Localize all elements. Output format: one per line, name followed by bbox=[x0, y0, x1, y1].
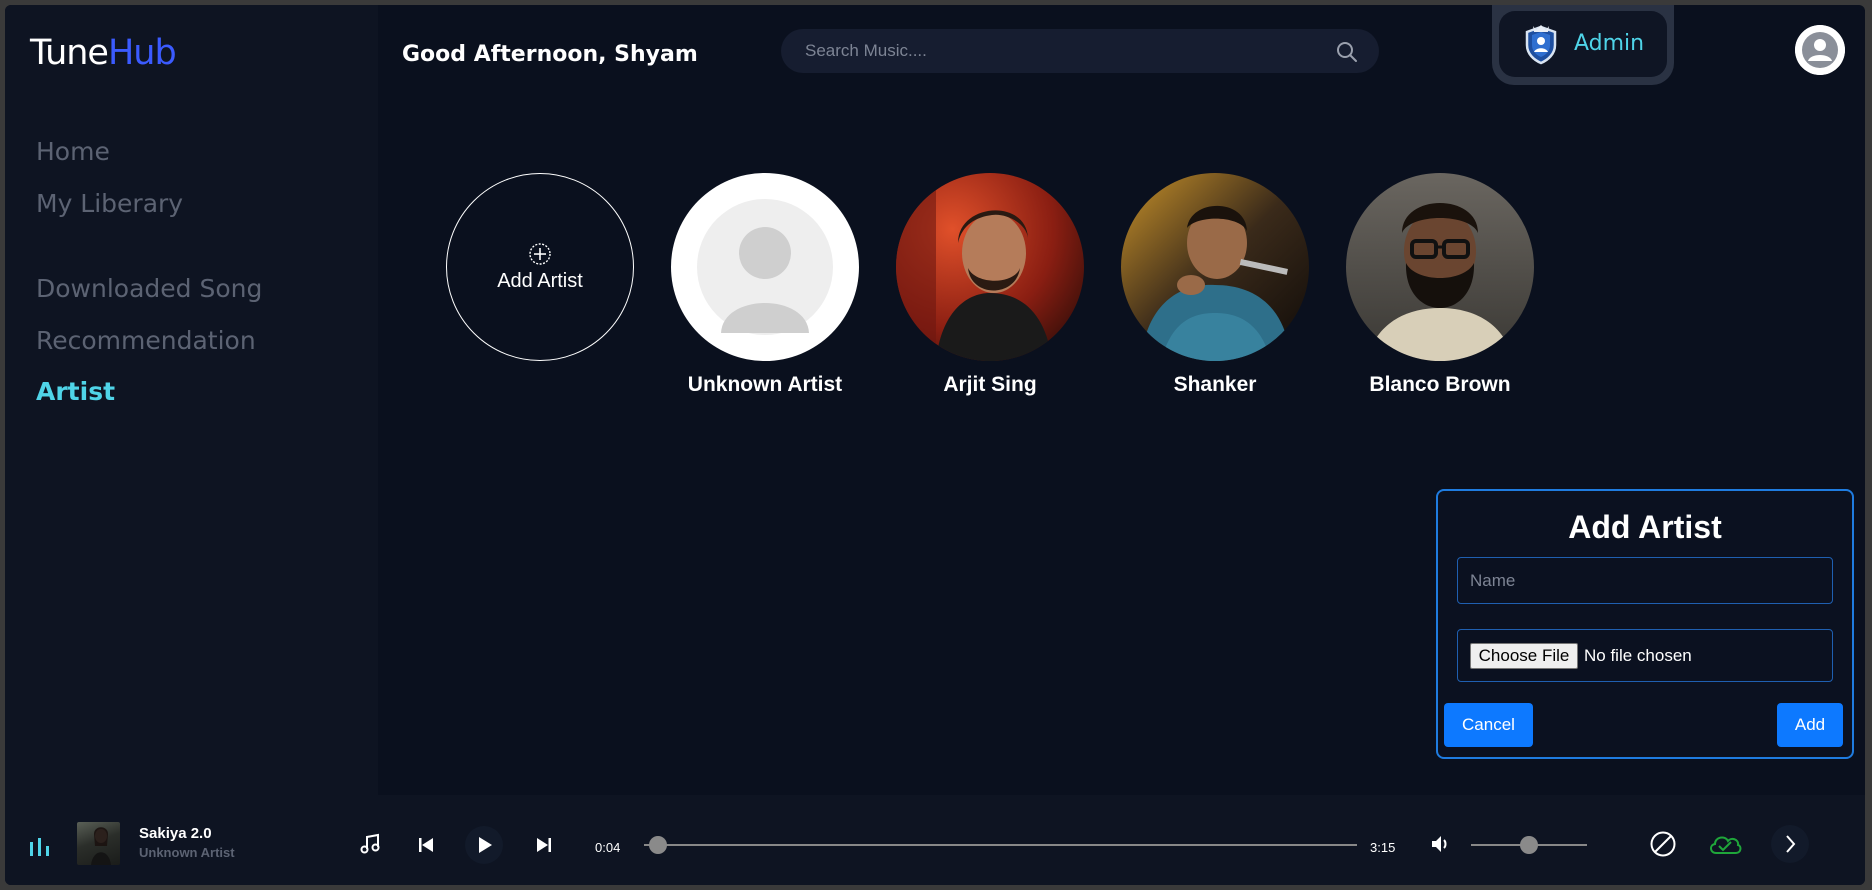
add-artist-card[interactable]: Add Artist bbox=[446, 173, 634, 361]
user-avatar-icon[interactable] bbox=[1795, 25, 1845, 75]
volume-icon[interactable] bbox=[1429, 833, 1451, 855]
cloud-check-icon[interactable] bbox=[1707, 831, 1743, 857]
sidebar-item-my-library[interactable]: My Liberary bbox=[36, 189, 183, 218]
progress-track[interactable] bbox=[644, 844, 1357, 846]
greeting-text: Good Afternoon, Shyam bbox=[402, 42, 698, 67]
song-thumbnail bbox=[77, 822, 120, 865]
sidebar-item-artist[interactable]: Artist bbox=[36, 377, 115, 406]
artist-card[interactable]: Shanker bbox=[1121, 173, 1309, 397]
artist-name: Blanco Brown bbox=[1369, 373, 1511, 396]
dialog-title: Add Artist bbox=[1568, 509, 1722, 545]
choose-file-button[interactable]: Choose File bbox=[1470, 643, 1578, 669]
music-note-icon[interactable] bbox=[359, 833, 381, 855]
cancel-button[interactable]: Cancel bbox=[1444, 703, 1533, 747]
artist-name: Shanker bbox=[1173, 373, 1257, 396]
app-window: TuneHub Home My Liberary Downloaded Song… bbox=[5, 5, 1865, 885]
file-status-text: No file chosen bbox=[1584, 646, 1692, 665]
add-artist-circle[interactable]: Add Artist bbox=[446, 173, 634, 361]
artist-name: Unknown Artist bbox=[687, 373, 843, 396]
add-artist-dialog: Add Artist Choose File No file chosen Ca… bbox=[1436, 489, 1854, 759]
add-button[interactable]: Add bbox=[1777, 703, 1843, 747]
player-bar: Sakiya 2.0 Unknown Artist 0:04 3:15 bbox=[5, 795, 1865, 885]
song-artist: Unknown Artist bbox=[139, 845, 235, 860]
previous-track-icon[interactable] bbox=[417, 836, 435, 854]
add-artist-label: Add Artist bbox=[497, 269, 583, 292]
admin-tab: Admin bbox=[1492, 5, 1674, 85]
search-bar bbox=[781, 29, 1379, 73]
search-input[interactable] bbox=[805, 29, 1305, 73]
play-icon[interactable] bbox=[464, 825, 504, 865]
file-upload-field: Choose File No file chosen bbox=[1457, 629, 1833, 682]
sidebar-item-home[interactable]: Home bbox=[36, 137, 110, 166]
sidebar-item-downloaded-song[interactable]: Downloaded Song bbox=[36, 274, 262, 303]
artist-photo bbox=[671, 173, 859, 361]
block-icon[interactable] bbox=[1649, 830, 1677, 858]
admin-shield-icon bbox=[1525, 25, 1557, 65]
sidebar: TuneHub Home My Liberary Downloaded Song… bbox=[5, 5, 378, 795]
artist-card[interactable]: Arjit Sing bbox=[896, 173, 1084, 397]
artist-photo bbox=[1121, 173, 1309, 361]
artist-photo bbox=[1346, 173, 1534, 361]
chevron-right-icon[interactable] bbox=[1770, 824, 1810, 864]
next-track-icon[interactable] bbox=[535, 836, 553, 854]
total-time: 3:15 bbox=[1370, 840, 1396, 855]
current-time: 0:04 bbox=[595, 840, 621, 855]
app-logo[interactable]: TuneHub bbox=[30, 33, 177, 73]
admin-label: Admin bbox=[1574, 31, 1645, 56]
plus-circle-icon bbox=[529, 242, 551, 265]
artist-name: Arjit Sing bbox=[943, 373, 1037, 396]
search-icon[interactable] bbox=[1335, 40, 1359, 64]
song-title: Sakiya 2.0 bbox=[139, 825, 212, 842]
artist-name-field[interactable] bbox=[1457, 557, 1833, 604]
admin-button[interactable]: Admin bbox=[1499, 11, 1667, 77]
artist-photo bbox=[896, 173, 1084, 361]
volume-slider-handle[interactable] bbox=[1520, 836, 1538, 854]
artist-card[interactable]: Blanco Brown bbox=[1346, 173, 1534, 397]
sidebar-item-recommendation[interactable]: Recommendation bbox=[36, 326, 256, 355]
equalizer-icon bbox=[30, 838, 49, 856]
artist-card[interactable]: Unknown Artist bbox=[671, 173, 859, 397]
progress-slider-handle[interactable] bbox=[649, 836, 668, 854]
